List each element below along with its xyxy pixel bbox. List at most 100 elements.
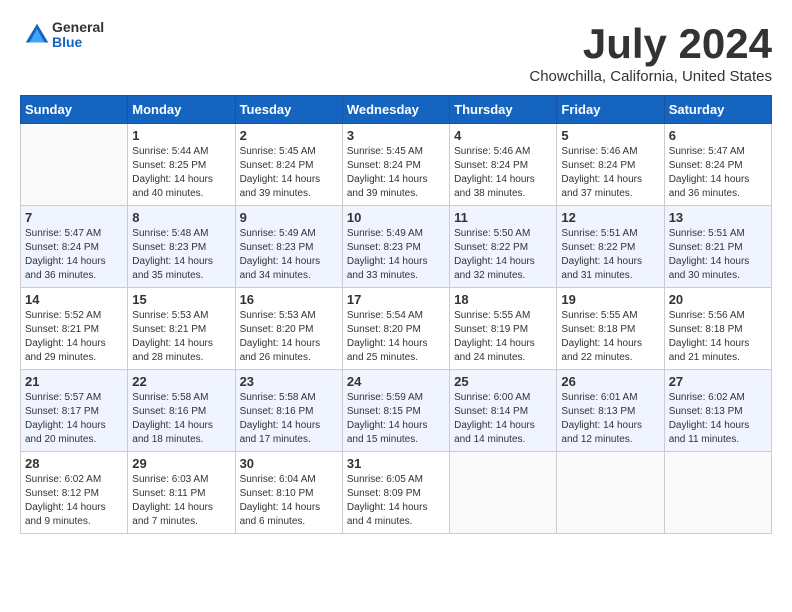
day-number: 31	[347, 456, 445, 471]
calendar-cell: 22Sunrise: 5:58 AM Sunset: 8:16 PM Dayli…	[128, 370, 235, 452]
calendar-cell: 8 Sunrise: 5:48 AM Sunset: 8:23 PM Daylig…	[128, 206, 235, 288]
calendar-cell: 9 Sunrise: 5:49 AM Sunset: 8:23 PM Daylig…	[235, 206, 342, 288]
calendar-week-row: 1Sunrise: 5:44 AM Sunset: 8:25 PM Daylig…	[21, 124, 772, 206]
day-info: Sunrise: 6:02 AM Sunset: 8:13 PM Dayligh…	[669, 392, 750, 445]
calendar-cell: 6Sunrise: 5:47 AM Sunset: 8:24 PM Daylig…	[664, 124, 771, 206]
day-info: Sunrise: 5:46 AM Sunset: 8:24 PM Dayligh…	[454, 146, 535, 199]
calendar-day-header: Monday	[128, 96, 235, 124]
day-info: Sunrise: 5:51 AM Sunset: 8:21 PM Dayligh…	[669, 228, 750, 281]
calendar-cell: 28 Sunrise: 6:02 AM Sunset: 8:12 PM Dayli…	[21, 452, 128, 534]
day-info: Sunrise: 6:02 AM Sunset: 8:12 PM Dayligh…	[25, 474, 106, 527]
day-number: 18	[454, 292, 552, 307]
day-number: 12	[561, 210, 659, 225]
calendar-cell	[450, 452, 557, 534]
day-number: 9	[240, 210, 338, 225]
day-info: Sunrise: 5:47 AM Sunset: 8:24 PM Dayligh…	[25, 228, 106, 281]
calendar-cell: 3 Sunrise: 5:45 AM Sunset: 8:24 PM Daylig…	[342, 124, 449, 206]
day-number: 3	[347, 128, 445, 143]
day-info: Sunrise: 5:46 AM Sunset: 8:24 PM Dayligh…	[561, 146, 642, 199]
day-number: 8	[132, 210, 230, 225]
day-info: Sunrise: 6:01 AM Sunset: 8:13 PM Dayligh…	[561, 392, 642, 445]
day-info: Sunrise: 6:03 AM Sunset: 8:11 PM Dayligh…	[132, 474, 213, 527]
calendar-cell: 29Sunrise: 6:03 AM Sunset: 8:11 PM Dayli…	[128, 452, 235, 534]
day-info: Sunrise: 5:48 AM Sunset: 8:23 PM Dayligh…	[132, 228, 213, 281]
calendar-day-header: Thursday	[450, 96, 557, 124]
month-title: July 2024	[529, 20, 772, 68]
day-number: 2	[240, 128, 338, 143]
calendar-cell: 11 Sunrise: 5:50 AM Sunset: 8:22 PM Dayli…	[450, 206, 557, 288]
day-number: 28	[25, 456, 123, 471]
calendar-cell: 12 Sunrise: 5:51 AM Sunset: 8:22 PM Dayli…	[557, 206, 664, 288]
calendar-cell: 15 Sunrise: 5:53 AM Sunset: 8:21 PM Dayli…	[128, 288, 235, 370]
calendar-cell	[664, 452, 771, 534]
calendar-cell	[557, 452, 664, 534]
calendar-cell: 20 Sunrise: 5:56 AM Sunset: 8:18 PM Dayli…	[664, 288, 771, 370]
day-info: Sunrise: 6:05 AM Sunset: 8:09 PM Dayligh…	[347, 474, 428, 527]
day-number: 4	[454, 128, 552, 143]
day-info: Sunrise: 5:52 AM Sunset: 8:21 PM Dayligh…	[25, 310, 106, 363]
day-number: 30	[240, 456, 338, 471]
calendar-cell: 21 Sunrise: 5:57 AM Sunset: 8:17 PM Dayli…	[21, 370, 128, 452]
calendar-table: SundayMondayTuesdayWednesdayThursdayFrid…	[20, 95, 772, 534]
day-number: 6	[669, 128, 767, 143]
day-info: Sunrise: 5:45 AM Sunset: 8:24 PM Dayligh…	[347, 146, 428, 199]
calendar-cell: 7 Sunrise: 5:47 AM Sunset: 8:24 PM Daylig…	[21, 206, 128, 288]
day-info: Sunrise: 5:54 AM Sunset: 8:20 PM Dayligh…	[347, 310, 428, 363]
day-info: Sunrise: 5:55 AM Sunset: 8:19 PM Dayligh…	[454, 310, 535, 363]
calendar-week-row: 28 Sunrise: 6:02 AM Sunset: 8:12 PM Dayli…	[21, 452, 772, 534]
day-number: 7	[25, 210, 123, 225]
calendar-day-header: Saturday	[664, 96, 771, 124]
calendar-week-row: 21 Sunrise: 5:57 AM Sunset: 8:17 PM Dayli…	[21, 370, 772, 452]
calendar-cell: 5 Sunrise: 5:46 AM Sunset: 8:24 PM Daylig…	[557, 124, 664, 206]
calendar-week-row: 14Sunrise: 5:52 AM Sunset: 8:21 PM Dayli…	[21, 288, 772, 370]
day-number: 15	[132, 292, 230, 307]
day-number: 17	[347, 292, 445, 307]
day-number: 25	[454, 374, 552, 389]
calendar-cell: 30Sunrise: 6:04 AM Sunset: 8:10 PM Dayli…	[235, 452, 342, 534]
day-info: Sunrise: 5:51 AM Sunset: 8:22 PM Dayligh…	[561, 228, 642, 281]
calendar-cell: 24Sunrise: 5:59 AM Sunset: 8:15 PM Dayli…	[342, 370, 449, 452]
logo-general-text: General	[52, 19, 104, 35]
day-number: 20	[669, 292, 767, 307]
calendar-cell: 27Sunrise: 6:02 AM Sunset: 8:13 PM Dayli…	[664, 370, 771, 452]
day-info: Sunrise: 5:50 AM Sunset: 8:22 PM Dayligh…	[454, 228, 535, 281]
day-number: 23	[240, 374, 338, 389]
day-number: 19	[561, 292, 659, 307]
calendar-cell: 25 Sunrise: 6:00 AM Sunset: 8:14 PM Dayli…	[450, 370, 557, 452]
logo: General Blue	[20, 20, 104, 51]
day-info: Sunrise: 5:49 AM Sunset: 8:23 PM Dayligh…	[347, 228, 428, 281]
day-number: 11	[454, 210, 552, 225]
day-number: 24	[347, 374, 445, 389]
day-info: Sunrise: 5:53 AM Sunset: 8:21 PM Dayligh…	[132, 310, 213, 363]
calendar-cell: 19Sunrise: 5:55 AM Sunset: 8:18 PM Dayli…	[557, 288, 664, 370]
location: Chowchilla, California, United States	[529, 68, 772, 85]
day-number: 16	[240, 292, 338, 307]
calendar-week-row: 7 Sunrise: 5:47 AM Sunset: 8:24 PM Daylig…	[21, 206, 772, 288]
day-number: 26	[561, 374, 659, 389]
calendar-day-header: Tuesday	[235, 96, 342, 124]
calendar-cell: 26 Sunrise: 6:01 AM Sunset: 8:13 PM Dayli…	[557, 370, 664, 452]
day-number: 10	[347, 210, 445, 225]
calendar-cell: 31 Sunrise: 6:05 AM Sunset: 8:09 PM Dayli…	[342, 452, 449, 534]
day-info: Sunrise: 6:00 AM Sunset: 8:14 PM Dayligh…	[454, 392, 535, 445]
page-header: General Blue July 2024 Chowchilla, Calif…	[20, 20, 772, 85]
day-info: Sunrise: 5:58 AM Sunset: 8:16 PM Dayligh…	[240, 392, 321, 445]
calendar-cell: 23 Sunrise: 5:58 AM Sunset: 8:16 PM Dayli…	[235, 370, 342, 452]
calendar-cell	[21, 124, 128, 206]
calendar-cell: 2 Sunrise: 5:45 AM Sunset: 8:24 PM Daylig…	[235, 124, 342, 206]
calendar-cell: 13Sunrise: 5:51 AM Sunset: 8:21 PM Dayli…	[664, 206, 771, 288]
day-info: Sunrise: 5:58 AM Sunset: 8:16 PM Dayligh…	[132, 392, 213, 445]
day-number: 5	[561, 128, 659, 143]
calendar-day-header: Friday	[557, 96, 664, 124]
calendar-cell: 4 Sunrise: 5:46 AM Sunset: 8:24 PM Daylig…	[450, 124, 557, 206]
day-info: Sunrise: 5:56 AM Sunset: 8:18 PM Dayligh…	[669, 310, 750, 363]
day-info: Sunrise: 5:49 AM Sunset: 8:23 PM Dayligh…	[240, 228, 321, 281]
logo-icon	[22, 20, 52, 50]
day-info: Sunrise: 5:45 AM Sunset: 8:24 PM Dayligh…	[240, 146, 321, 199]
day-info: Sunrise: 5:57 AM Sunset: 8:17 PM Dayligh…	[25, 392, 106, 445]
day-number: 21	[25, 374, 123, 389]
calendar-cell: 14Sunrise: 5:52 AM Sunset: 8:21 PM Dayli…	[21, 288, 128, 370]
calendar-cell: 10 Sunrise: 5:49 AM Sunset: 8:23 PM Dayli…	[342, 206, 449, 288]
calendar-day-header: Sunday	[21, 96, 128, 124]
calendar-cell: 18 Sunrise: 5:55 AM Sunset: 8:19 PM Dayli…	[450, 288, 557, 370]
